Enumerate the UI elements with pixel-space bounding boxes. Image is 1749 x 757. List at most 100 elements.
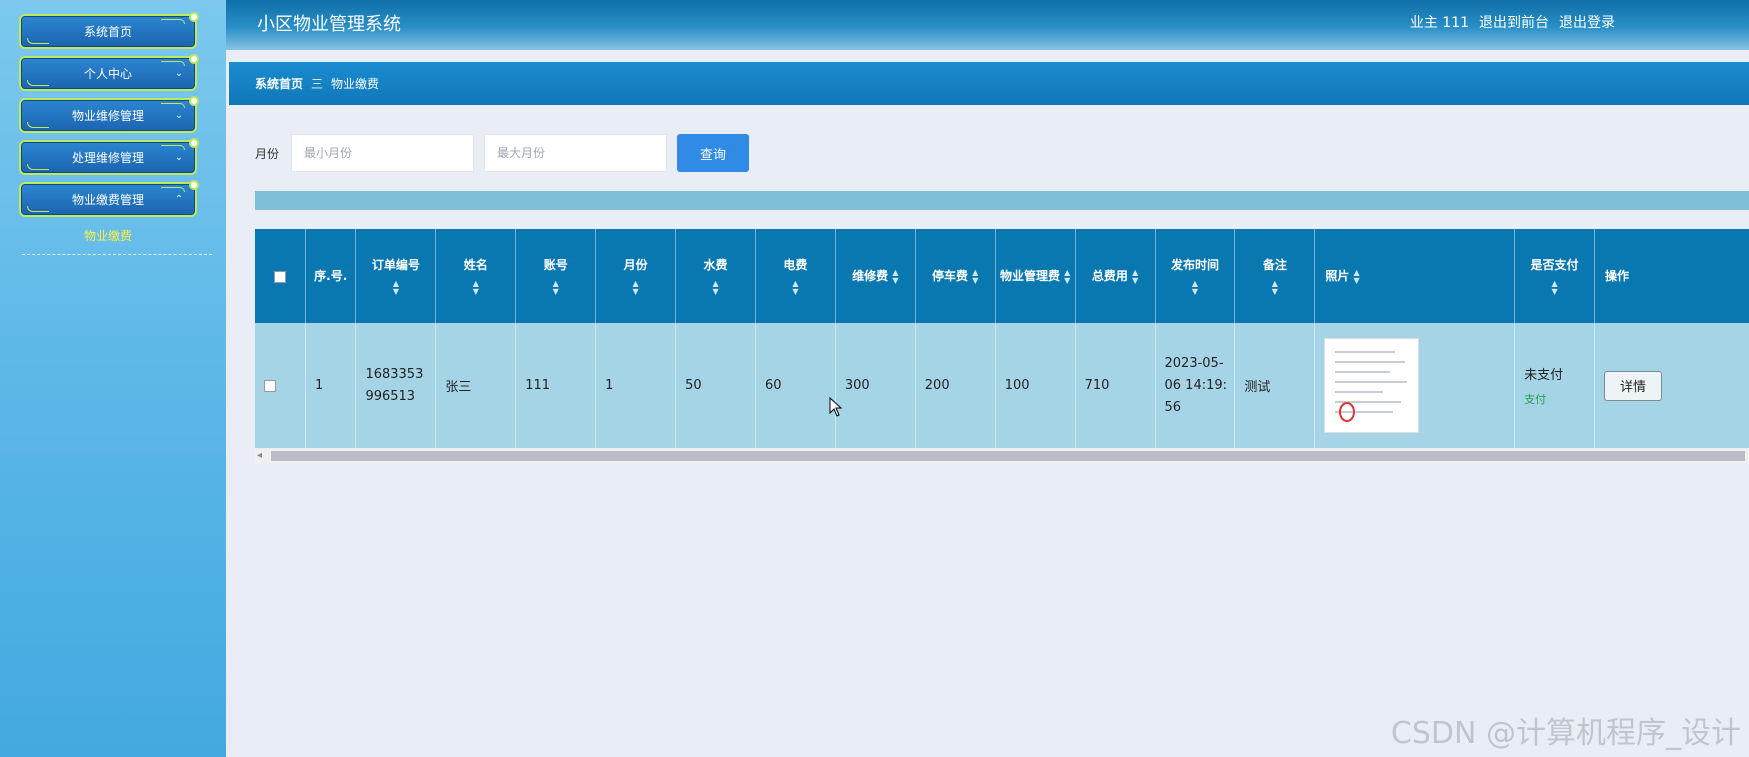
sidebar-item-personal-center[interactable]: 个人中心 ⌄	[19, 54, 199, 91]
ornament	[161, 19, 185, 24]
sidebar-item-repair-management[interactable]: 物业维修管理 ⌄	[19, 96, 199, 133]
sort-icon[interactable]: ▲ ▼	[792, 279, 798, 296]
col-header-parking[interactable]: 停车费 ▲ ▼	[915, 229, 996, 323]
sort-icon[interactable]: ▲ ▼	[972, 268, 978, 285]
fees-table-container: 序.号. 订单编号 ▲ ▼ 姓名 ▲ ▼ 账号 ▲ ▼ 月份 ▲ ▼ 水费 ▲ ▼ 电费 ▲ ▼ 维修费…	[255, 229, 1749, 449]
col-header-order-no[interactable]: 订单编号 ▲ ▼	[355, 229, 437, 323]
cell-property: 100	[995, 323, 1076, 448]
breadcrumb: 系统首页 三 物业缴费	[229, 62, 1749, 105]
col-header-photo[interactable]: 照片 ▲ ▼	[1314, 229, 1516, 323]
thumb-line	[1335, 391, 1384, 393]
pay-link[interactable]: 支付	[1524, 391, 1594, 407]
max-month-input[interactable]	[484, 134, 667, 172]
photo-thumbnail[interactable]	[1324, 338, 1420, 433]
ornament	[27, 206, 49, 212]
table-row: 1 1683353996513 张三 111 1 50 60 300 200 1…	[255, 323, 1749, 448]
cell-total: 710	[1075, 323, 1156, 448]
col-header-label: 电费	[783, 258, 808, 272]
col-header-action: 操作	[1594, 229, 1749, 323]
sort-icon[interactable]: ▲ ▼	[1064, 268, 1070, 285]
min-month-input[interactable]	[291, 134, 474, 172]
col-header-property[interactable]: 物业管理费 ▲ ▼	[995, 229, 1076, 323]
col-header-total[interactable]: 总费用 ▲ ▼	[1075, 229, 1156, 323]
sort-icon[interactable]: ▲ ▼	[712, 279, 718, 296]
sidebar-subitem-fees[interactable]: 物业缴费	[19, 227, 197, 244]
col-header-paid[interactable]: 是否支付 ▲ ▼	[1514, 229, 1596, 323]
search-button[interactable]: 查询	[677, 134, 749, 172]
ornament	[161, 145, 185, 150]
detail-button[interactable]: 详情	[1604, 370, 1663, 401]
cell-order-no: 1683353996513	[355, 323, 437, 448]
cell-water: 50	[675, 323, 756, 448]
ornament-dot	[189, 12, 199, 22]
sort-icon[interactable]: ▲ ▼	[393, 279, 399, 296]
col-header-label: 物业管理费	[999, 269, 1060, 283]
logout-link[interactable]: 退出登录	[1559, 12, 1615, 32]
col-header-water[interactable]: 水费 ▲ ▼	[675, 229, 756, 323]
thumb-line	[1335, 361, 1406, 363]
breadcrumb-separator-icon: 三	[311, 77, 324, 91]
cell-action: 详情	[1594, 323, 1749, 448]
ornament	[161, 103, 185, 108]
cell-electric: 60	[755, 323, 836, 448]
sort-icon[interactable]: ▲ ▼	[553, 279, 559, 296]
ornament	[161, 187, 185, 192]
col-header-electric[interactable]: 电费 ▲ ▼	[755, 229, 836, 323]
cell-month: 1	[595, 323, 677, 448]
payment-status: 未支付	[1524, 368, 1564, 383]
scrollbar-thumb[interactable]	[271, 451, 1745, 461]
sidebar-item-label: 物业缴费管理	[71, 193, 144, 207]
sidebar-item-fee-management[interactable]: 物业缴费管理 ⌃	[19, 180, 199, 217]
back-to-front-link[interactable]: 退出到前台	[1479, 12, 1549, 32]
col-header-account[interactable]: 账号 ▲ ▼	[515, 229, 597, 323]
select-all-checkbox[interactable]	[273, 270, 286, 283]
user-label: 业主 111	[1409, 15, 1469, 31]
cell-publish-time: 2023-05-06 14:19:56	[1155, 323, 1236, 448]
sidebar-item-handle-repair[interactable]: 处理维修管理 ⌄	[19, 138, 199, 175]
sort-icon[interactable]: ▲ ▼	[633, 279, 639, 296]
ornament	[27, 122, 49, 128]
month-filter-label: 月份	[255, 147, 280, 161]
breadcrumb-home[interactable]: 系统首页	[255, 75, 303, 92]
scroll-left-icon[interactable]: ◂	[257, 450, 262, 461]
sidebar-item-label: 物业维修管理	[71, 109, 144, 123]
col-header-publish-time[interactable]: 发布时间 ▲ ▼	[1155, 229, 1236, 323]
table-header-row: 序.号. 订单编号 ▲ ▼ 姓名 ▲ ▼ 账号 ▲ ▼ 月份 ▲ ▼ 水费 ▲ ▼ 电费 ▲ ▼ 维修费…	[255, 229, 1749, 323]
top-header: 小区物业管理系统 业主 111 退出到前台 退出登录	[226, 0, 1749, 50]
sidebar-item-label: 系统首页	[83, 25, 132, 39]
select-all-header	[255, 229, 306, 323]
sort-icon[interactable]: ▲ ▼	[1272, 279, 1278, 296]
sidebar-item-label: 处理维修管理	[71, 151, 144, 165]
col-header-remark[interactable]: 备注 ▲ ▼	[1234, 229, 1316, 323]
cell-parking: 200	[915, 323, 996, 448]
sort-icon[interactable]: ▲ ▼	[1192, 279, 1198, 296]
row-checkbox[interactable]	[264, 379, 276, 392]
col-header-name[interactable]: 姓名 ▲ ▼	[435, 229, 517, 323]
sort-icon[interactable]: ▲ ▼	[1132, 268, 1138, 285]
ornament-dot	[189, 138, 199, 148]
chevron-up-icon: ⌃	[174, 194, 184, 205]
col-header-repair[interactable]: 维修费 ▲ ▼	[835, 229, 916, 323]
cell-remark: 测试	[1234, 323, 1316, 448]
col-header-label: 账号	[543, 258, 568, 272]
chevron-down-icon: ⌄	[174, 110, 184, 121]
thumb-line	[1335, 381, 1408, 383]
thumb-line	[1335, 351, 1396, 353]
sort-icon[interactable]: ▲ ▼	[892, 268, 898, 285]
cell-photo	[1314, 323, 1516, 448]
cell-index: 1	[305, 323, 357, 448]
sort-icon[interactable]: ▲ ▼	[1354, 268, 1360, 285]
col-header-month[interactable]: 月份 ▲ ▼	[595, 229, 677, 323]
ornament-dot	[189, 96, 199, 106]
ornament	[27, 164, 49, 170]
col-header-label: 操作	[1605, 269, 1630, 283]
col-header-label: 照片	[1325, 269, 1350, 283]
sidebar-item-home[interactable]: 系统首页	[19, 12, 199, 49]
row-select-cell	[255, 323, 306, 448]
sort-icon[interactable]: ▲ ▼	[1551, 279, 1557, 296]
col-header-label: 维修费	[852, 269, 889, 283]
sort-icon[interactable]: ▲ ▼	[473, 279, 479, 296]
horizontal-scrollbar[interactable]: ◂	[255, 449, 1749, 463]
cell-repair: 300	[835, 323, 916, 448]
toolbar-strip	[255, 191, 1749, 210]
